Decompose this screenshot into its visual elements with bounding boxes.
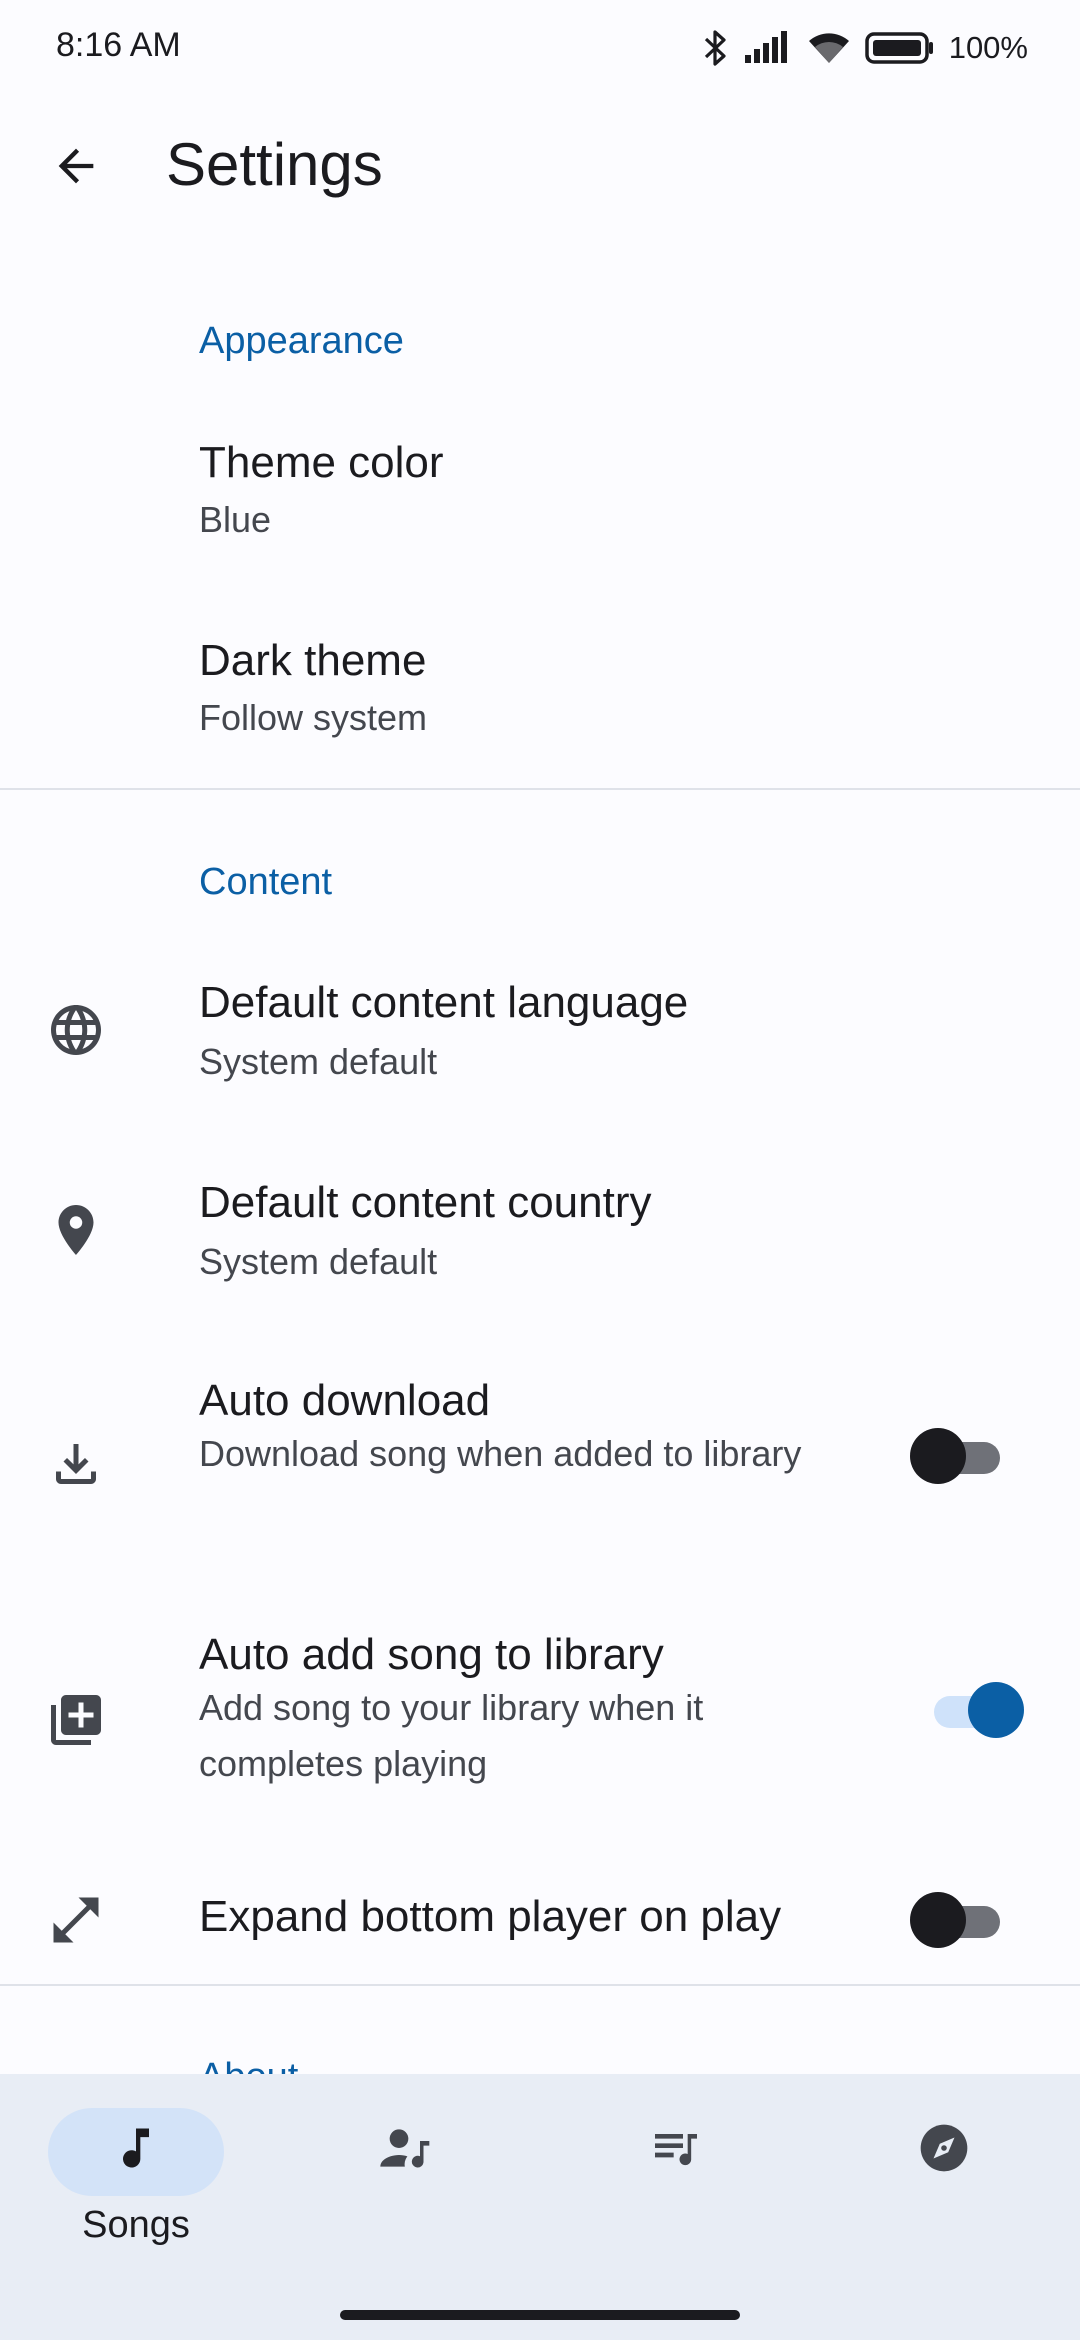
setting-theme-color[interactable]: Theme color Blue — [0, 420, 1080, 580]
nav-artists[interactable] — [316, 2074, 496, 2234]
home-indicator[interactable] — [340, 2310, 740, 2320]
setting-dark-theme[interactable]: Dark theme Follow system — [0, 620, 1080, 780]
switch-thumb — [910, 1892, 966, 1948]
battery-percent: 100% — [948, 30, 1028, 65]
setting-subtitle: Follow system — [199, 697, 428, 738]
page-title: Settings — [166, 131, 383, 198]
setting-title: Expand bottom player on play — [199, 1892, 782, 1941]
wifi-icon — [808, 33, 849, 63]
section-header-appearance: Appearance — [199, 320, 404, 362]
globe-icon — [44, 998, 108, 1062]
setting-subtitle: Add song to your library when it complet… — [199, 1687, 704, 1784]
setting-title: Dark theme — [199, 636, 427, 685]
switch-thumb — [910, 1428, 966, 1484]
bottom-navigation: Songs — [0, 2074, 1080, 2340]
nav-label: Songs — [82, 2204, 190, 2246]
setting-auto-download[interactable]: Auto download Download song when added t… — [0, 1360, 1080, 1580]
switch-thumb — [968, 1682, 1024, 1738]
app-bar: Settings — [0, 96, 1080, 236]
section-header-content: Content — [199, 861, 333, 903]
setting-subtitle: Blue — [199, 499, 272, 540]
nav-explore[interactable] — [854, 2074, 1034, 2234]
arrow-back-icon — [58, 148, 94, 184]
setting-default-content-country[interactable]: Default content country System default — [0, 1160, 1080, 1330]
status-icons: 100% — [703, 22, 1028, 74]
artist-icon — [378, 2120, 434, 2176]
setting-title: Theme color — [199, 438, 444, 487]
bluetooth-icon — [704, 30, 726, 66]
expand-bottom-player-switch[interactable] — [910, 1890, 1010, 1950]
download-icon — [44, 1432, 108, 1496]
auto-add-to-library-switch[interactable] — [926, 1680, 1026, 1740]
divider — [0, 788, 1080, 790]
status-bar: 8:16 AM 100% — [0, 0, 1080, 96]
divider — [0, 1984, 1080, 1986]
setting-default-content-language[interactable]: Default content language System default — [0, 960, 1080, 1130]
setting-subtitle: System default — [199, 1041, 438, 1082]
location-pin-icon — [44, 1198, 108, 1262]
signal-icon — [744, 31, 787, 63]
library-add-icon — [44, 1688, 108, 1752]
explore-icon — [916, 2120, 972, 2176]
setting-auto-add-song-to-library[interactable]: Auto add song to library Add song to you… — [0, 1614, 1080, 1834]
nav-playlists[interactable] — [586, 2074, 766, 2234]
battery-icon — [864, 32, 933, 64]
setting-title: Auto download — [199, 1376, 491, 1425]
music-note-icon — [108, 2120, 164, 2176]
playlist-icon — [648, 2120, 704, 2176]
setting-expand-bottom-player[interactable]: Expand bottom player on play — [0, 1860, 1080, 1980]
status-time: 8:16 AM — [56, 26, 181, 64]
setting-subtitle: Download song when added to library — [199, 1433, 802, 1474]
expand-icon — [44, 1888, 108, 1952]
setting-title: Default content country — [199, 1178, 652, 1227]
back-button[interactable] — [36, 126, 116, 206]
auto-download-switch[interactable] — [910, 1426, 1010, 1486]
setting-title: Auto add song to library — [199, 1630, 664, 1679]
setting-subtitle: System default — [199, 1241, 438, 1282]
setting-title: Default content language — [199, 978, 689, 1027]
nav-songs[interactable]: Songs — [46, 2074, 226, 2246]
